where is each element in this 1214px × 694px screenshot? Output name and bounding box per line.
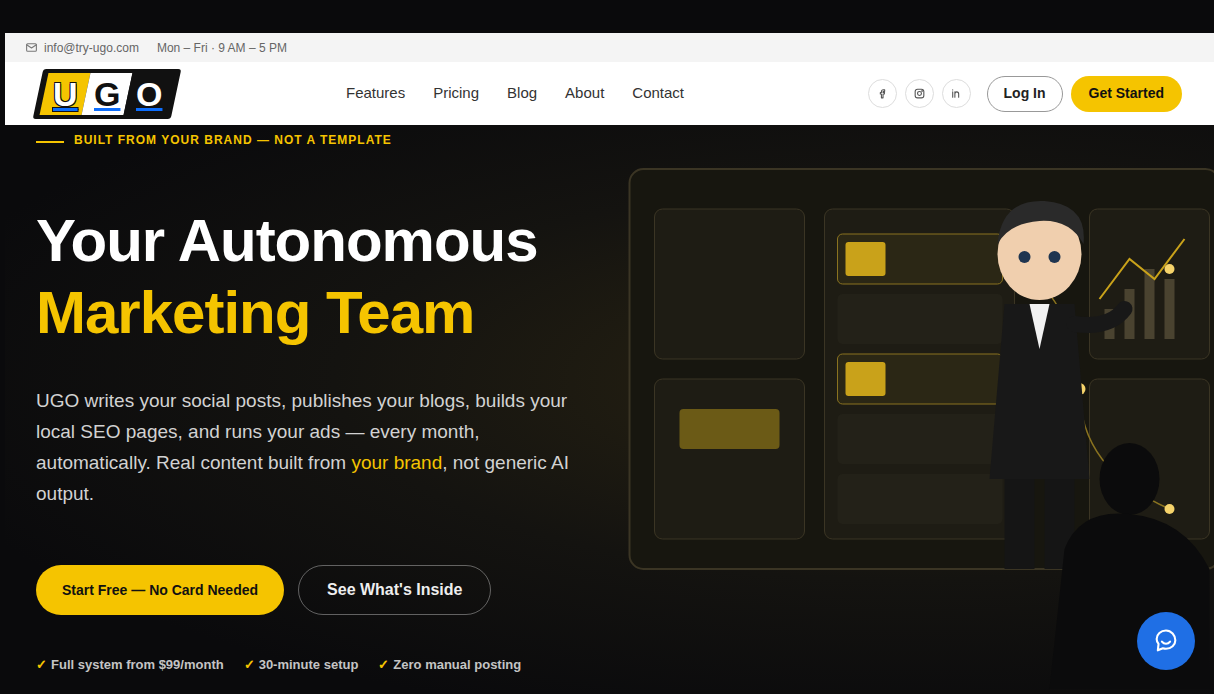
chat-button[interactable] <box>1137 612 1195 670</box>
nav-link[interactable]: Contact <box>632 82 684 105</box>
login-button[interactable]: Log In <box>987 76 1063 112</box>
see-inside-button[interactable]: See What's Inside <box>298 565 491 615</box>
social-link[interactable] <box>905 79 934 108</box>
check-text: Full system from $99/month <box>51 655 224 675</box>
page: info@try-ugo.comMon – Fri · 9 AM – 5 PM … <box>0 0 1214 694</box>
nav-links: Features Pricing Blog About Contact <box>346 82 684 105</box>
logo[interactable]: UGO <box>33 69 182 119</box>
top-bar: info@try-ugo.com Mon – Fri · 9 AM – 5 PM <box>5 33 1214 62</box>
nav-link[interactable]: Pricing <box>433 82 479 105</box>
mail-icon <box>25 41 38 54</box>
instagram-icon <box>913 87 926 100</box>
check-icon: ✓ <box>378 655 389 675</box>
description-segment: your brand <box>351 452 442 473</box>
hero-content: BUILT FROM YOUR BRAND — NOT A TEMPLATE Yo… <box>5 125 605 694</box>
check-text: Zero manual posting <box>393 655 521 675</box>
start-free-button[interactable]: Start Free — No Card Needed <box>36 565 284 615</box>
social-link[interactable] <box>942 79 971 108</box>
nav-link[interactable]: Features <box>346 82 405 105</box>
eyebrow-text: BUILT FROM YOUR BRAND — NOT A TEMPLATE <box>74 131 392 149</box>
dashboard-illustration-icon <box>605 149 1214 689</box>
check-item: ✓Full system from $99/month <box>36 655 224 675</box>
navbar: UGO Features Pricing Blog About Contact Log In… <box>5 62 1214 125</box>
feature-checks: ✓Full system from $99/month✓30-minute se… <box>36 655 605 675</box>
linkedin-icon <box>950 87 963 100</box>
logo-letter: G <box>94 77 120 111</box>
eyebrow: BUILT FROM YOUR BRAND — NOT A TEMPLATE <box>36 131 605 149</box>
hero-title: Your AutonomousMarketing Team <box>36 205 605 349</box>
check-icon: ✓ <box>244 655 255 675</box>
logo-letter-box: O <box>124 73 175 115</box>
logo-letter: U <box>53 77 78 111</box>
eyebrow-line <box>36 141 64 143</box>
email-info: info@try-ugo.com <box>25 39 139 57</box>
check-text: 30-minute setup <box>259 655 359 675</box>
check-item: ✓Zero manual posting <box>378 655 521 675</box>
title-line: Marketing Team <box>36 277 605 349</box>
chat-icon <box>1152 627 1180 655</box>
nav-link[interactable]: Blog <box>507 82 537 105</box>
hero-buttons: Start Free — No Card Needed See What's In… <box>36 565 605 615</box>
hero: BUILT FROM YOUR BRAND — NOT A TEMPLATE Yo… <box>5 125 1214 694</box>
hero-image <box>605 125 1214 694</box>
hours-text: Mon – Fri · 9 AM – 5 PM <box>157 39 287 57</box>
logo-letter: O <box>136 77 162 111</box>
nav-actions: Log InGet Started <box>868 76 1182 112</box>
hero-description: UGO writes your social posts, publishes … <box>36 385 581 509</box>
check-icon: ✓ <box>36 655 47 675</box>
get-started-button[interactable]: Get Started <box>1071 76 1182 112</box>
nav-link[interactable]: About <box>565 82 604 105</box>
email-text[interactable]: info@try-ugo.com <box>44 39 139 57</box>
title-line: Your Autonomous <box>36 205 605 277</box>
facebook-icon <box>876 87 889 100</box>
check-item: ✓30-minute setup <box>244 655 359 675</box>
social-link[interactable] <box>868 79 897 108</box>
